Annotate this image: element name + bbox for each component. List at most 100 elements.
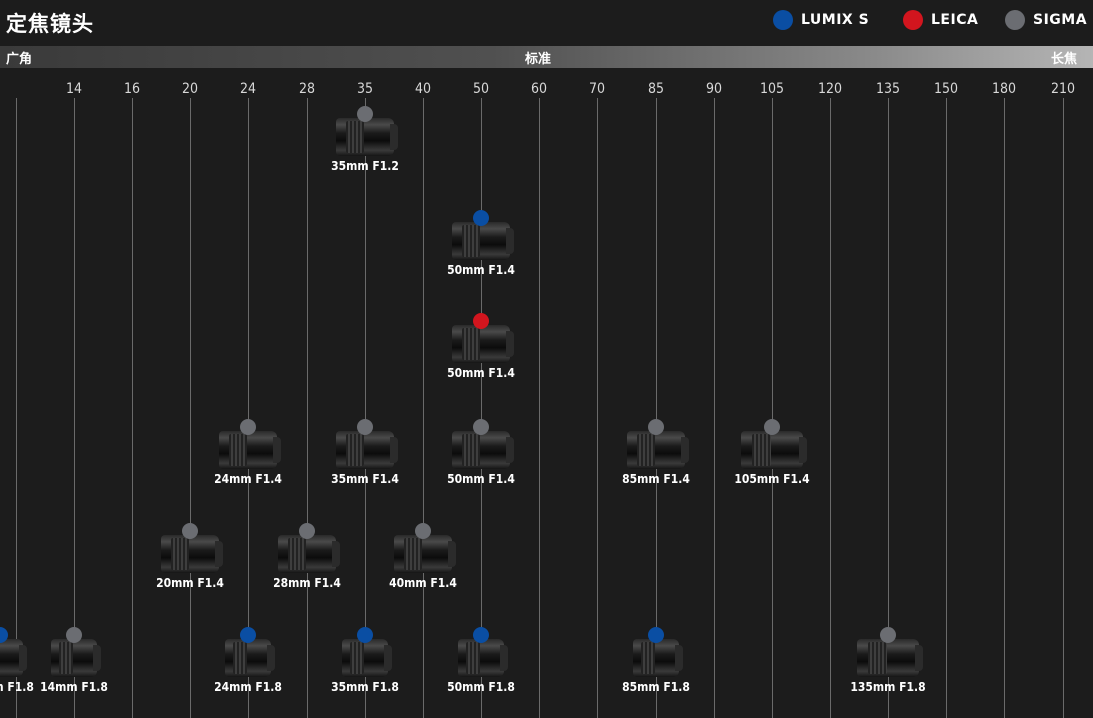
- legend-dot-leica: [903, 10, 923, 30]
- lens-item[interactable]: 20mm F1.4: [135, 523, 245, 590]
- gridline-70: [597, 98, 598, 718]
- gridline-20: [190, 98, 191, 718]
- tick-label-85: 85: [647, 81, 665, 97]
- lens-label: 35mm F1.2: [331, 159, 399, 173]
- legend-label-lumix: LUMIX S: [801, 12, 870, 28]
- brand-dot: [473, 313, 489, 329]
- gridline-210: [1063, 98, 1064, 718]
- lens-label: 85mm F1.8: [622, 680, 690, 694]
- lens-label: 24mm F1.4: [214, 472, 282, 486]
- lens-image: [627, 431, 689, 469]
- lens-image: [857, 639, 923, 677]
- lens-label: 50mm F1.8: [447, 680, 515, 694]
- lens-item[interactable]: 35mm F1.8: [310, 627, 420, 694]
- tick-label-105: 105: [759, 81, 785, 97]
- gridline-120: [830, 98, 831, 718]
- tick-label-14: 14: [65, 81, 83, 97]
- brand-dot: [299, 523, 315, 539]
- tick-label-120: 120: [817, 81, 843, 97]
- band-label-standard: 标准: [525, 52, 552, 67]
- lens-label: 14mm F1.8: [40, 680, 108, 694]
- lens-image: [336, 118, 398, 156]
- lens-item[interactable]: 35mm F1.4: [310, 419, 420, 486]
- lens-image: [452, 325, 514, 363]
- lens-item[interactable]: 28mm F1.4: [252, 523, 362, 590]
- gridline-14: [74, 98, 75, 718]
- brand-dot: [473, 419, 489, 435]
- lens-item[interactable]: 50mm F1.4: [426, 313, 536, 380]
- lens-item[interactable]: 50mm F1.4: [426, 419, 536, 486]
- tick-label-60: 60: [530, 81, 548, 97]
- lens-image: [394, 535, 456, 573]
- legend-label-sigma: SIGMA: [1033, 12, 1088, 28]
- brand-dot: [880, 627, 896, 643]
- lens-label: 40mm F1.4: [389, 576, 457, 590]
- gridline-35: [365, 98, 366, 718]
- tick-label-50: 50: [472, 81, 490, 97]
- lens-item[interactable]: 105mm F1.4: [717, 419, 827, 486]
- lens-item[interactable]: 24mm F1.4: [193, 419, 303, 486]
- lens-image: [452, 431, 514, 469]
- lens-item[interactable]: 35mm F1.2: [310, 106, 420, 173]
- tick-label-28: 28: [298, 81, 316, 97]
- band-label-tele: 长焦: [1050, 52, 1077, 67]
- legend-item-sigma: SIGMA: [1005, 8, 1087, 32]
- lens-item[interactable]: 40mm F1.4: [368, 523, 478, 590]
- lens-item[interactable]: 135mm F1.8: [833, 627, 943, 694]
- lens-item[interactable]: 85mm F1.4: [601, 419, 711, 486]
- legend-label-leica: LEICA: [931, 12, 979, 28]
- tick-label-180: 180: [991, 81, 1017, 97]
- brand-dot: [240, 627, 256, 643]
- lens-item[interactable]: 24mm F1.8: [193, 627, 303, 694]
- tick-label-90: 90: [705, 81, 723, 97]
- brand-dot: [648, 419, 664, 435]
- gridline-85: [656, 98, 657, 718]
- legend-dot-sigma: [1005, 10, 1025, 30]
- gridline-16: [132, 98, 133, 718]
- brand-dot: [764, 419, 780, 435]
- lens-image: [336, 431, 398, 469]
- gridline-40: [423, 98, 424, 718]
- brand-dot: [357, 419, 373, 435]
- brand-dot: [66, 627, 82, 643]
- gridline-28: [307, 98, 308, 718]
- lens-image: [51, 639, 101, 677]
- lens-item[interactable]: 50mm F1.8: [426, 627, 536, 694]
- tick-label-150: 150: [933, 81, 959, 97]
- brand-dot: [473, 210, 489, 226]
- axis-start-line: [16, 98, 17, 718]
- gridline-105: [772, 98, 773, 718]
- lens-label: 135mm F1.8: [850, 680, 926, 694]
- lens-item[interactable]: 50mm F1.4: [426, 210, 536, 277]
- lens-image: [225, 639, 275, 677]
- gridline-135: [888, 98, 889, 718]
- lens-label: 50mm F1.4: [447, 263, 515, 277]
- tick-label-40: 40: [414, 81, 432, 97]
- lens-label: 105mm F1.4: [734, 472, 810, 486]
- legend-dot-lumix: [773, 10, 793, 30]
- lens-item[interactable]: 14mm F1.8: [19, 627, 129, 694]
- lens-image: [458, 639, 508, 677]
- lens-label: 50mm F1.4: [447, 366, 515, 380]
- gridline-50: [481, 98, 482, 718]
- lens-image: [278, 535, 340, 573]
- lens-image: [452, 222, 514, 260]
- legend-item-lumix: LUMIX S: [773, 8, 869, 32]
- lens-item[interactable]: 85mm F1.8: [601, 627, 711, 694]
- focal-range-band: 广角 标准 长焦: [0, 46, 1093, 68]
- brand-dot: [357, 627, 373, 643]
- tick-label-135: 135: [875, 81, 901, 97]
- brand-dot: [357, 106, 373, 122]
- tick-label-24: 24: [239, 81, 257, 97]
- band-label-wide: 广角: [6, 52, 33, 67]
- gridline-150: [946, 98, 947, 718]
- gridline-180: [1004, 98, 1005, 718]
- legend: LUMIX S LEICA SIGMA: [0, 8, 1093, 32]
- tick-label-35: 35: [356, 81, 374, 97]
- brand-dot: [473, 627, 489, 643]
- tick-label-16: 16: [123, 81, 141, 97]
- brand-dot: [648, 627, 664, 643]
- lens-label: 28mm F1.4: [273, 576, 341, 590]
- lens-image: [342, 639, 392, 677]
- tick-label-210: 210: [1050, 81, 1076, 97]
